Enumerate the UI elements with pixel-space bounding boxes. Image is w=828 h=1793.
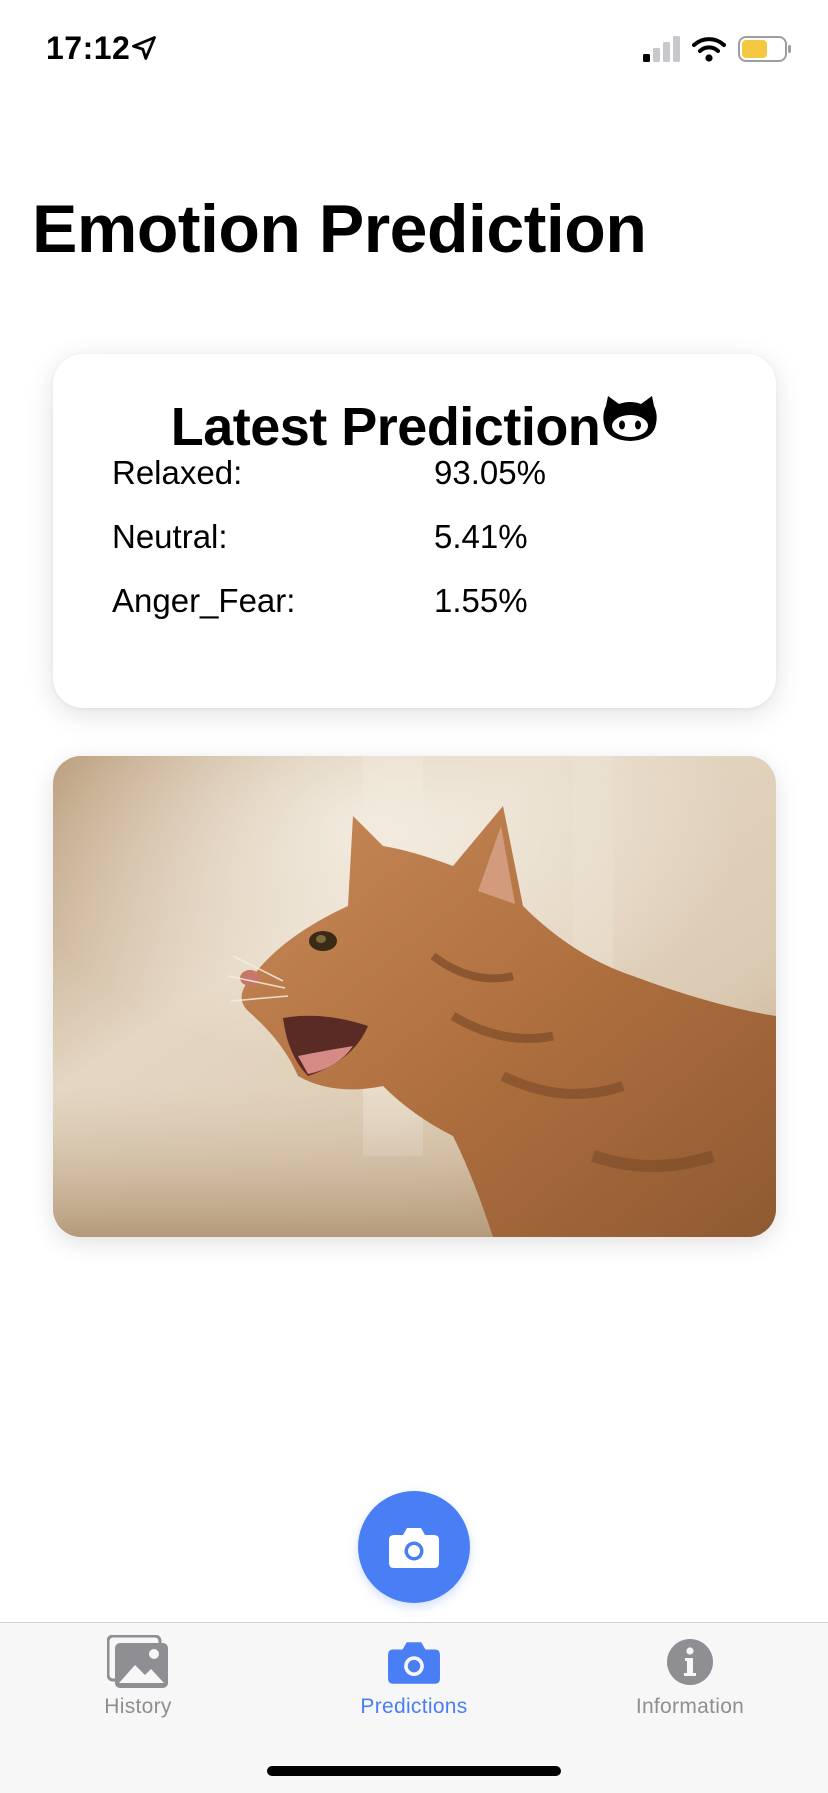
camera-icon	[389, 1528, 439, 1568]
tab-information[interactable]: Information	[552, 1623, 828, 1743]
wifi-icon	[692, 37, 726, 62]
home-indicator	[267, 1766, 561, 1776]
status-indicators	[642, 34, 792, 64]
cat-photo	[53, 756, 776, 1237]
prediction-value: 1.55%	[434, 582, 528, 619]
location-arrow-icon	[132, 36, 156, 60]
prediction-value: 93.05%	[434, 454, 546, 491]
tab-label-history: History	[104, 1695, 172, 1718]
tab-history[interactable]: History	[0, 1623, 276, 1743]
tab-label-information: Information	[635, 1695, 745, 1718]
camera-icon	[387, 1633, 441, 1691]
prediction-label: Anger_Fear:	[112, 582, 296, 619]
prediction-label: Relaxed:	[112, 454, 243, 491]
latest-prediction-card: Latest Prediction Relaxed: 93.05% Neutra…	[53, 354, 776, 708]
camera-button[interactable]	[358, 1491, 470, 1603]
info-icon	[666, 1633, 714, 1691]
prediction-label: Neutral:	[112, 518, 228, 555]
cat-face-icon	[603, 396, 657, 441]
battery-icon	[738, 36, 791, 62]
cellular-signal-icon	[643, 36, 680, 62]
page-title: Emotion Prediction	[32, 191, 647, 267]
card-title: Latest Prediction	[170, 397, 601, 457]
status-bar: 17:12	[0, 0, 828, 100]
prediction-value: 5.41%	[434, 518, 528, 555]
status-time: 17:12	[46, 30, 131, 66]
tab-predictions[interactable]: Predictions	[276, 1623, 552, 1743]
photos-icon	[107, 1633, 169, 1691]
card-header: Latest Prediction	[53, 396, 776, 458]
tab-label-predictions: Predictions	[360, 1695, 468, 1718]
